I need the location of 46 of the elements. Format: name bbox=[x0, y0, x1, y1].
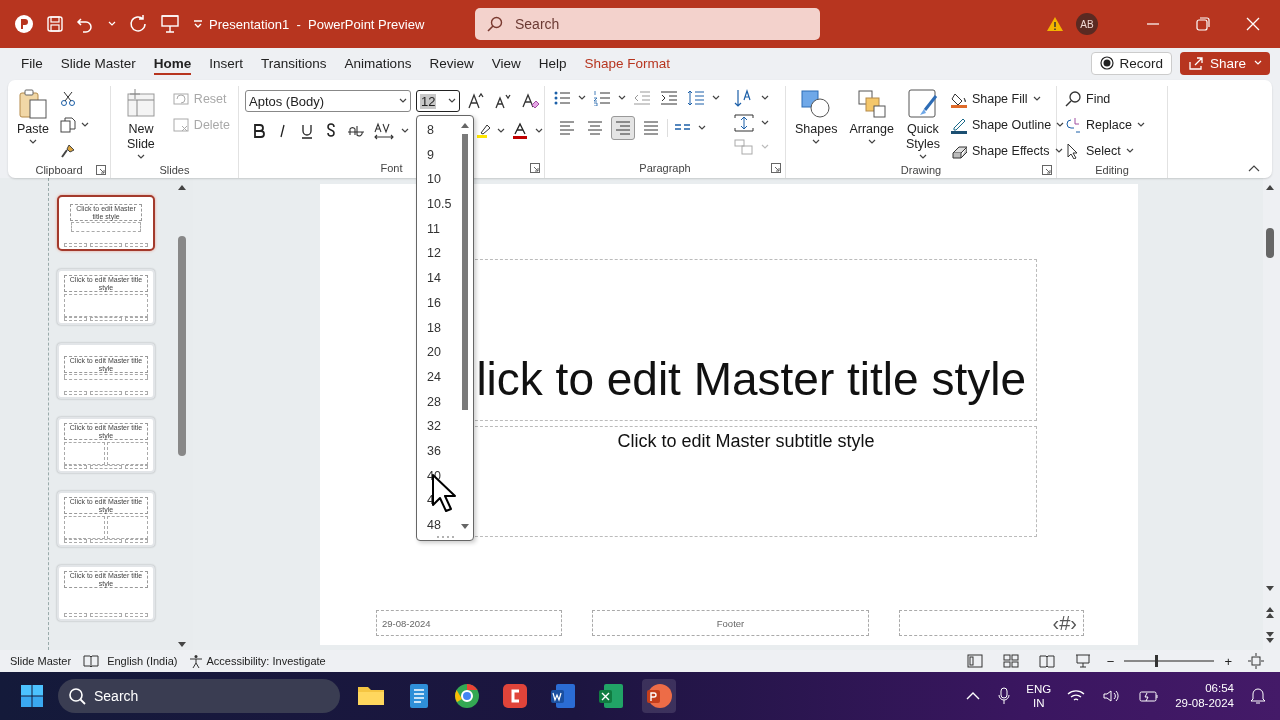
window-title: Presentation1 - PowerPoint Preview bbox=[209, 16, 426, 32]
status-text: Slide Master bbox=[10, 655, 72, 667]
date-placeholder[interactable]: 29-08-2024 bbox=[376, 610, 562, 636]
language-status[interactable]: English (India) bbox=[107, 655, 178, 667]
group-label: Clipboard bbox=[35, 164, 83, 176]
shapes-button[interactable]: Shapes bbox=[792, 86, 841, 147]
font-size-field[interactable]: 12 bbox=[416, 90, 460, 112]
menu-tab[interactable]: Animations bbox=[335, 51, 421, 75]
list-item[interactable]: 8 bbox=[417, 118, 463, 143]
search-field[interactable]: Search bbox=[475, 8, 820, 40]
keyboard-region[interactable]: IN bbox=[1032, 696, 1045, 710]
accessibility-status[interactable]: Accessibility: Investigate bbox=[189, 654, 326, 668]
share-button[interactable]: Share bbox=[1179, 51, 1270, 75]
list-item[interactable]: 9 bbox=[417, 142, 463, 168]
group-label: Drawing bbox=[900, 164, 942, 176]
list-item[interactable]: 11 bbox=[417, 216, 463, 242]
menu-tab[interactable]: Help bbox=[529, 51, 576, 75]
zoom-in-button[interactable]: + bbox=[1222, 653, 1234, 669]
search-field[interactable]: Search bbox=[58, 679, 340, 713]
group-label: Font bbox=[380, 162, 403, 174]
menu-tab[interactable]: Shape Format bbox=[575, 51, 679, 75]
footer-placeholder[interactable]: Footer bbox=[592, 610, 869, 636]
list-item[interactable]: 10.5 bbox=[417, 192, 463, 217]
clock-time[interactable]: 06:54 bbox=[1205, 681, 1234, 696]
clock-date[interactable]: 29-08-2024 bbox=[1175, 696, 1234, 711]
account-avatar[interactable]: AB bbox=[1076, 13, 1098, 35]
page-number-placeholder[interactable]: ‹#› bbox=[899, 610, 1084, 636]
record-button[interactable]: Record bbox=[1091, 51, 1172, 75]
menu-tab[interactable]: File bbox=[12, 51, 52, 75]
menu-tab[interactable]: Transitions bbox=[252, 51, 336, 75]
list-item[interactable]: 10 bbox=[417, 167, 463, 193]
menu-tab[interactable]: Insert bbox=[200, 51, 253, 75]
group-label: Editing bbox=[1095, 164, 1129, 176]
font-name-field[interactable]: Aptos (Body) bbox=[245, 90, 411, 112]
keyboard-language[interactable]: ENG bbox=[1026, 682, 1052, 696]
new-slide-button[interactable]: New Slide bbox=[117, 86, 165, 162]
quick-styles-button[interactable]: Quick Styles bbox=[902, 86, 943, 162]
paste-button[interactable]: Paste bbox=[14, 86, 52, 147]
group-label: Slides bbox=[159, 164, 190, 176]
zoom-out-button[interactable]: − bbox=[1104, 653, 1117, 669]
group-label: Paragraph bbox=[639, 162, 691, 174]
menu-tab[interactable]: View bbox=[482, 51, 530, 75]
menu-tab[interactable]: Review bbox=[420, 51, 483, 75]
menu-tab[interactable]: Slide Master bbox=[51, 51, 145, 75]
arrange-button[interactable]: Arrange bbox=[846, 86, 897, 147]
selected-text: 12 bbox=[420, 93, 437, 109]
